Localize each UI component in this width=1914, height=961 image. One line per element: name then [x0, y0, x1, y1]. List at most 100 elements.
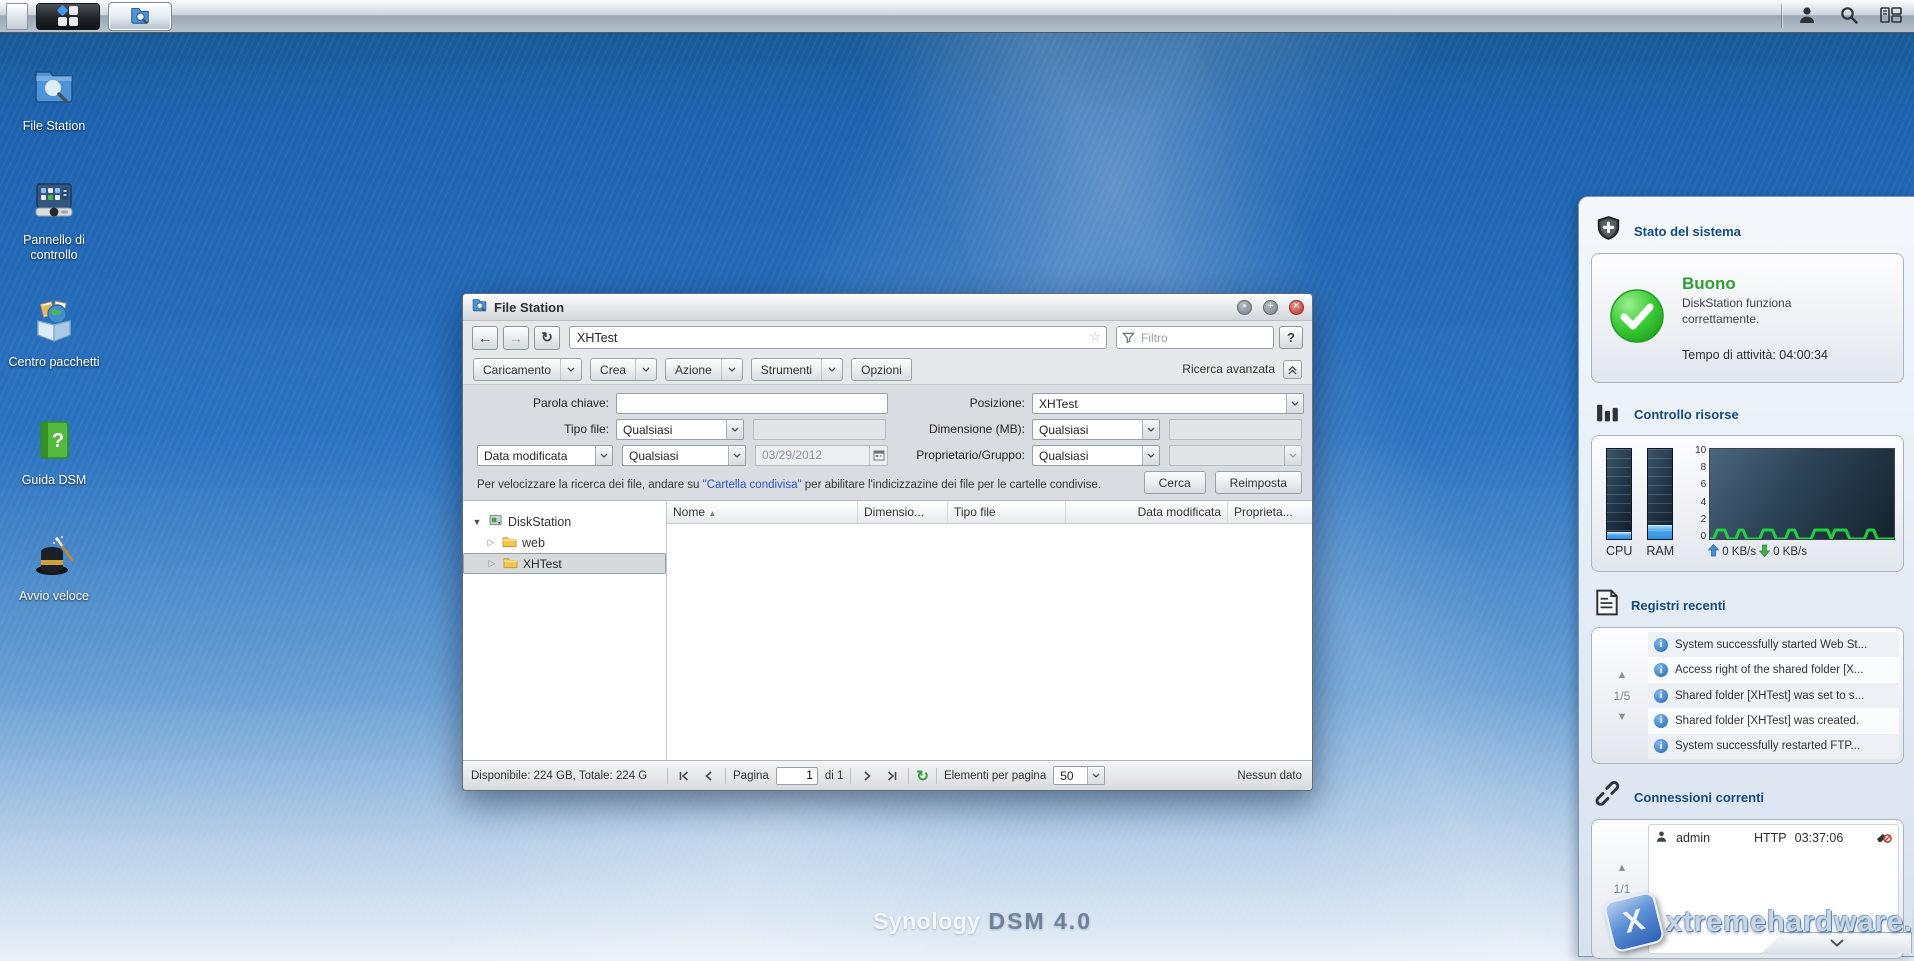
column-name[interactable]: Nome ▲ [667, 501, 858, 523]
main-menu-button[interactable] [36, 3, 100, 30]
network-ytick: 4 [1701, 500, 1707, 506]
tree-expander-icon[interactable]: ▷ [485, 537, 497, 548]
pager-position: 1/1 [1614, 882, 1631, 896]
chevron-down-icon [1087, 767, 1104, 784]
pager-down-icon[interactable]: ▼ [1617, 711, 1628, 723]
log-list: iSystem successfully started Web St... i… [1648, 632, 1899, 759]
connection-row: admin HTTP 03:37:06 [1649, 825, 1898, 851]
filetype-label: Tipo file: [471, 422, 616, 436]
chevron-down-icon [726, 420, 743, 439]
tree-item-xhtest[interactable]: ▷ XHTest [463, 553, 666, 574]
main-menu-icon [57, 5, 79, 27]
file-station-window: File Station • + ✕ ← → ↻ ☆ ? Caricamento [462, 293, 1313, 791]
taskbar-separator [1781, 4, 1782, 28]
info-icon: i [1654, 739, 1668, 753]
column-filetype[interactable]: Tipo file [948, 501, 1066, 523]
per-page-label: Elementi per pagina [944, 770, 1046, 782]
tools-button[interactable]: Strumenti [751, 358, 843, 381]
desktop-icon-package-center[interactable]: Centro pacchetti [2, 298, 106, 370]
taskbar-file-station-button[interactable] [108, 2, 172, 31]
statusbar-separator [908, 768, 909, 784]
log-entry: iSystem successfully restarted FTP... [1648, 734, 1899, 759]
tree-expander-icon[interactable]: ▷ [486, 558, 498, 569]
log-entry: iAccess right of the shared folder [X... [1648, 657, 1899, 682]
per-page-select[interactable]: 50 [1053, 766, 1105, 785]
address-input[interactable] [569, 326, 1107, 349]
disconnect-icon[interactable] [1876, 830, 1892, 846]
close-button[interactable]: ✕ [1289, 300, 1304, 315]
chevron-down-icon [728, 446, 745, 465]
list-refresh-button[interactable]: ↻ [916, 767, 929, 785]
tree-expander-icon[interactable]: ▼ [471, 517, 483, 527]
widget-title: Controllo risorse [1634, 407, 1739, 422]
shared-folder-link[interactable]: "Cartella condivisa" [703, 479, 802, 491]
statusbar-separator [850, 768, 851, 784]
help-button[interactable]: ? [1279, 326, 1303, 349]
refresh-button[interactable]: ↻ [534, 326, 560, 350]
filter-funnel-icon [1122, 331, 1135, 349]
filter-input[interactable] [1116, 326, 1274, 349]
recent-logs-card: ▲ 1/5 ▼ iSystem successfully started Web… [1591, 627, 1904, 764]
column-size[interactable]: Dimensio... [858, 501, 948, 523]
tree-item-web[interactable]: ▷ web [463, 532, 666, 553]
xtremehardware-logo: X [1602, 890, 1665, 953]
last-page-button[interactable] [883, 767, 901, 785]
advanced-search-toggle[interactable] [1283, 360, 1302, 379]
network-speed-row: 0 KB/s 0 KB/s [1688, 544, 1895, 560]
pager-up-icon[interactable]: ▲ [1617, 669, 1628, 681]
desktop-icon-label: File Station [23, 119, 86, 134]
info-icon: i [1654, 638, 1668, 652]
maximize-button[interactable]: + [1263, 300, 1278, 315]
list-body[interactable] [667, 524, 1312, 760]
size-extra-input [1169, 419, 1302, 440]
upload-button[interactable]: Caricamento [473, 358, 582, 381]
chevron-down-icon [1142, 420, 1159, 439]
connection-protocol: HTTP [1754, 831, 1787, 845]
owner-select[interactable]: Qualsiasi [1032, 445, 1160, 466]
keyword-input[interactable] [616, 393, 888, 414]
desktop-icon-file-station[interactable]: File Station [2, 62, 106, 134]
prev-page-button[interactable] [700, 767, 718, 785]
forward-button[interactable]: → [503, 326, 529, 350]
column-owner[interactable]: Proprieta... [1228, 501, 1312, 523]
show-desktop-button[interactable] [6, 3, 28, 30]
global-search-button[interactable] [1832, 3, 1866, 30]
control-panel-icon [30, 176, 78, 229]
calendar-icon[interactable] [869, 446, 887, 465]
reset-button[interactable]: Reimposta [1215, 471, 1302, 494]
minimize-button[interactable]: • [1237, 300, 1252, 315]
date-op-select[interactable]: Qualsiasi [622, 445, 746, 466]
create-button[interactable]: Crea [590, 358, 657, 381]
pager-up-icon[interactable]: ▲ [1617, 862, 1628, 874]
page-input[interactable] [776, 767, 818, 785]
back-button[interactable]: ← [472, 326, 498, 350]
favorite-star-icon[interactable]: ☆ [1089, 329, 1101, 345]
shield-icon [1595, 215, 1622, 247]
search-button[interactable]: Cerca [1144, 471, 1206, 494]
connection-duration: 03:37:06 [1795, 831, 1844, 845]
action-button[interactable]: Azione [665, 358, 743, 381]
window-titlebar[interactable]: File Station • + ✕ [463, 294, 1312, 321]
widgets-toggle-button[interactable] [1874, 3, 1908, 30]
column-modified[interactable]: Data modificata [1066, 501, 1228, 523]
network-graph-yaxis: 1086420 [1688, 448, 1706, 540]
position-select[interactable]: XHTest [1032, 393, 1304, 414]
size-select[interactable]: Qualsiasi [1032, 419, 1160, 440]
toolbar: Caricamento Crea Azione Strumenti Opzion… [463, 354, 1312, 384]
desktop-icon-dsm-help[interactable]: ? Guida DSM [2, 416, 106, 488]
user-icon [1655, 830, 1668, 846]
next-page-button[interactable] [858, 767, 876, 785]
tree-item-label: XHTest [523, 557, 562, 571]
network-graph [1709, 448, 1895, 540]
options-button[interactable]: Opzioni [851, 358, 912, 381]
desktop-icon-quick-start[interactable]: Avvio veloce [2, 532, 106, 604]
pager-position: 1/5 [1614, 689, 1631, 703]
user-menu-button[interactable] [1790, 3, 1824, 30]
desktop-icon-control-panel[interactable]: Pannello di controllo [2, 176, 106, 263]
nas-icon [488, 513, 503, 530]
filetype-select[interactable]: Qualsiasi [616, 419, 744, 440]
first-page-button[interactable] [675, 767, 693, 785]
desktop-icon-label: Centro pacchetti [8, 355, 99, 370]
tree-item-diskstation[interactable]: ▼ DiskStation [463, 511, 666, 532]
date-field-select[interactable]: Data modificata [477, 445, 613, 466]
